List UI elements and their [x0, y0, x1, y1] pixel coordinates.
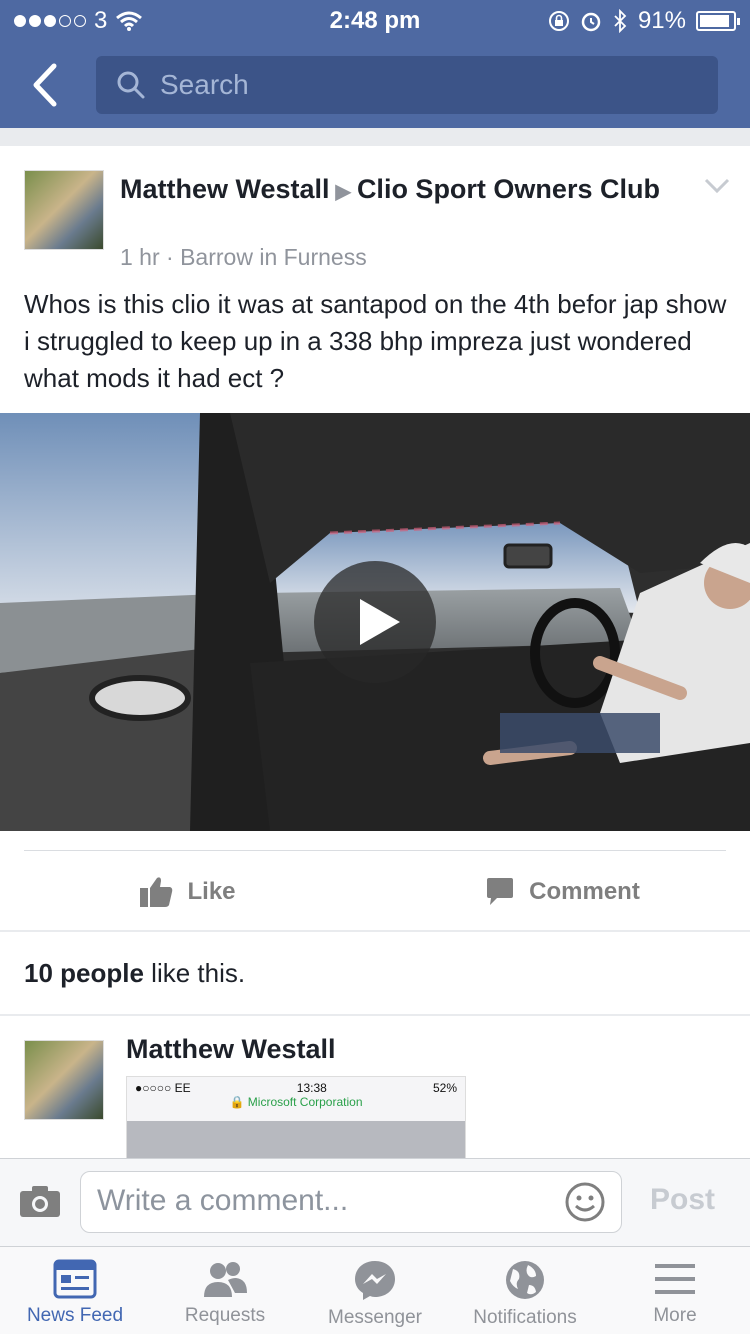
- attachment-site-label: Microsoft Corporation: [247, 1095, 363, 1109]
- alarm-icon: [581, 12, 601, 32]
- news-feed-icon: [53, 1259, 97, 1299]
- comment-composer: Write a comment... Post: [0, 1158, 750, 1246]
- post-text: Whos is this clio it was at santapod on …: [24, 289, 727, 393]
- battery-icon: [696, 11, 740, 31]
- attachment-battery: 52%: [432, 1081, 457, 1095]
- post-button[interactable]: Post: [650, 1183, 715, 1217]
- tab-requests[interactable]: Requests: [150, 1247, 300, 1334]
- video-player[interactable]: [0, 413, 750, 831]
- tab-label: News Feed: [26, 1305, 124, 1326]
- rotation-lock-icon: [548, 11, 569, 31]
- likes-count: 10 people: [24, 958, 144, 988]
- chevron-down-icon[interactable]: [704, 178, 730, 194]
- menu-icon: [655, 1264, 695, 1294]
- post-actions: Like Comment: [0, 856, 750, 928]
- thumbs-up-icon: [140, 877, 173, 907]
- status-right: 91%: [548, 7, 740, 35]
- play-button[interactable]: [314, 561, 436, 683]
- post-time[interactable]: 1 hr: [120, 244, 160, 270]
- lock-icon: 🔒: [229, 1095, 245, 1109]
- comment-label: Comment: [529, 878, 640, 905]
- tab-messenger[interactable]: Messenger: [300, 1247, 450, 1334]
- post-location[interactable]: Barrow in Furness: [180, 244, 367, 270]
- tab-label: Messenger: [328, 1307, 422, 1328]
- divider: [0, 1014, 750, 1016]
- tab-bar: News Feed Requests Messenger Notificatio…: [0, 1246, 750, 1334]
- comment-icon: [487, 878, 514, 905]
- search-input[interactable]: Search: [96, 56, 718, 114]
- meta-separator: ·: [166, 244, 174, 270]
- tab-news-feed[interactable]: News Feed: [0, 1247, 150, 1334]
- status-bar: 3 2:48 pm 91%: [0, 0, 750, 40]
- search-icon: [117, 71, 145, 99]
- battery-percent: 91%: [637, 7, 686, 34]
- friend-requests-icon: [204, 1262, 247, 1297]
- emoji-icon[interactable]: [564, 1181, 606, 1223]
- likes-suffix: like this.: [143, 958, 246, 988]
- comment-author[interactable]: Matthew Westall: [126, 1034, 336, 1065]
- tab-label: Requests: [184, 1305, 266, 1326]
- camera-icon[interactable]: [18, 1183, 62, 1219]
- post-header: Matthew Westall ▶ Clio Sport Owners Club: [120, 172, 660, 209]
- attachment-site: 🔒 Microsoft Corporation: [127, 1095, 465, 1109]
- author-name[interactable]: Matthew Westall: [120, 174, 330, 204]
- post-meta: 1 hr · Barrow in Furness: [120, 244, 367, 271]
- divider: [24, 850, 726, 851]
- tab-label: More: [653, 1305, 697, 1326]
- nav-header: 3 2:48 pm 91% Search: [0, 0, 750, 128]
- back-arrow-icon[interactable]: [22, 60, 72, 110]
- post-card: Matthew Westall ▶ Clio Sport Owners Club 1…: [0, 146, 750, 1158]
- like-label: Like: [187, 878, 236, 905]
- comment-attachment[interactable]: ●○○○○ EE 13:38 52% 🔒 Microsoft Corporati…: [126, 1076, 466, 1158]
- tab-label: Notifications: [473, 1307, 577, 1328]
- group-name[interactable]: Clio Sport Owners Club: [357, 174, 660, 204]
- likes-summary[interactable]: 10 people like this.: [24, 958, 245, 989]
- attachment-image: [127, 1121, 465, 1158]
- divider: [0, 930, 750, 932]
- attachment-time: 13:38: [296, 1081, 327, 1095]
- bluetooth-icon: [614, 9, 627, 33]
- tab-notifications[interactable]: Notifications: [450, 1247, 600, 1334]
- attachment-carrier: ●○○○○ EE: [135, 1081, 191, 1095]
- tab-more[interactable]: More: [600, 1247, 750, 1334]
- comment-avatar[interactable]: [24, 1040, 104, 1120]
- avatar[interactable]: [24, 170, 104, 250]
- triangle-right-icon: ▶: [335, 181, 351, 203]
- like-button[interactable]: Like: [0, 856, 375, 928]
- play-icon: [360, 599, 400, 645]
- comment-input[interactable]: Write a comment...: [80, 1171, 622, 1233]
- search-placeholder: Search: [160, 69, 249, 100]
- messenger-icon: [355, 1261, 395, 1300]
- comment-button[interactable]: Comment: [375, 856, 750, 928]
- globe-icon: [506, 1261, 544, 1299]
